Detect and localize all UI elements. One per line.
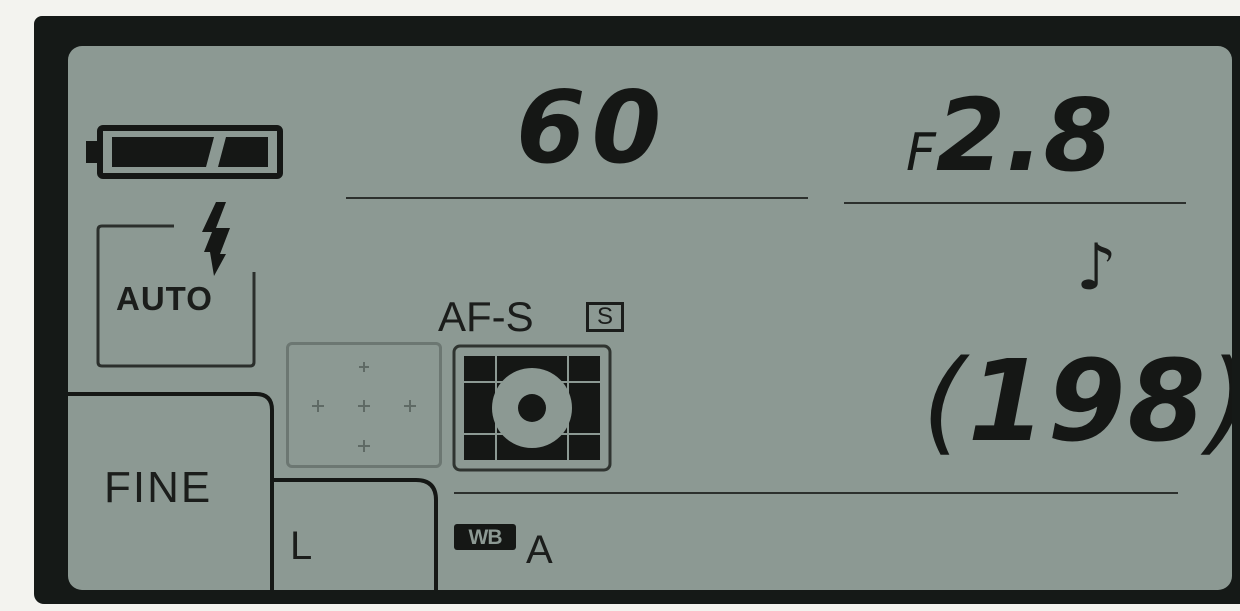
music-note-icon: ♪ xyxy=(1076,231,1117,305)
shutter-speed-underline xyxy=(346,197,808,199)
white-balance-badge-text: WB xyxy=(468,525,503,549)
focus-mode-label: AF-S xyxy=(438,293,534,340)
bottom-right-divider xyxy=(454,492,1178,494)
flash-icon xyxy=(202,202,230,276)
image-quality-label: FINE xyxy=(104,463,213,512)
aperture-value: 2.8 xyxy=(935,77,1114,194)
aperture-underline xyxy=(844,202,1186,204)
flash-mode-label: AUTO xyxy=(116,280,213,317)
aperture-display: F2.8 xyxy=(906,86,1113,186)
single-area-af-icon xyxy=(452,344,612,472)
aperture-prefix: F xyxy=(906,123,936,183)
af-area-mode-letter: S xyxy=(596,303,613,330)
remaining-exposures-display: (198) xyxy=(922,337,1232,467)
camera-top-lcd-panel: 60 F2.8 AUTO AF-S S ♪ (198 FINE L WB A xyxy=(68,46,1232,590)
shutter-speed-value: 60 xyxy=(516,69,668,186)
shutter-speed-display: 60 xyxy=(516,78,667,178)
white-balance-badge: WB xyxy=(454,524,516,550)
image-size-label: L xyxy=(290,524,313,568)
white-balance-value: A xyxy=(526,528,553,572)
af-area-mode-badge: S xyxy=(586,302,624,332)
remaining-exposures-value: 198 xyxy=(967,337,1208,467)
battery-icon xyxy=(86,125,283,179)
